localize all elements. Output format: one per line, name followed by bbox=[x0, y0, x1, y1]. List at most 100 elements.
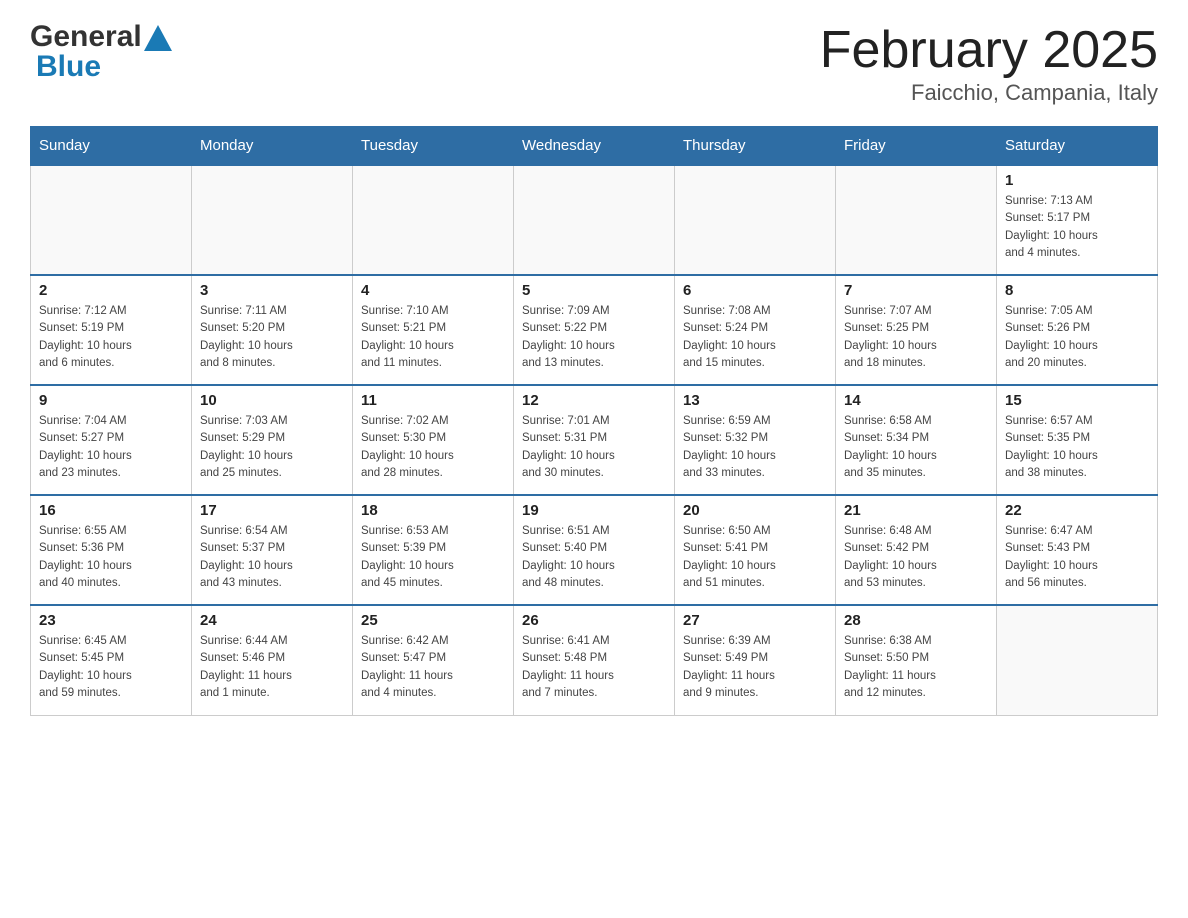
calendar-cell: 28 Sunrise: 6:38 AM Sunset: 5:50 PM Dayli… bbox=[836, 605, 997, 715]
day-info: Sunrise: 6:39 AM Sunset: 5:49 PM Dayligh… bbox=[683, 633, 827, 702]
day-info: Sunrise: 6:44 AM Sunset: 5:46 PM Dayligh… bbox=[200, 633, 344, 702]
week-row-2: 2Sunrise: 7:12 AM Sunset: 5:19 PM Daylig… bbox=[31, 275, 1158, 385]
calendar-cell: 2Sunrise: 7:12 AM Sunset: 5:19 PM Daylig… bbox=[31, 275, 192, 385]
day-info: Sunrise: 7:13 AM Sunset: 5:17 PM Dayligh… bbox=[1005, 193, 1149, 262]
calendar-cell: 10 Sunrise: 7:03 AM Sunset: 5:29 PM Dayli… bbox=[192, 385, 353, 495]
week-row-1: 1 Sunrise: 7:13 AM Sunset: 5:17 PM Daylig… bbox=[31, 165, 1158, 275]
day-number: 11 bbox=[361, 392, 505, 409]
day-info: Sunrise: 7:09 AM Sunset: 5:22 PM Dayligh… bbox=[522, 303, 666, 372]
calendar-cell: 25 Sunrise: 6:42 AM Sunset: 5:47 PM Dayli… bbox=[353, 605, 514, 715]
day-number: 24 bbox=[200, 612, 344, 629]
day-info: Sunrise: 6:55 AM Sunset: 5:36 PM Dayligh… bbox=[39, 523, 183, 592]
week-row-3: 9 Sunrise: 7:04 AM Sunset: 5:27 PM Daylig… bbox=[31, 385, 1158, 495]
day-info: Sunrise: 7:04 AM Sunset: 5:27 PM Dayligh… bbox=[39, 413, 183, 482]
day-info: Sunrise: 6:57 AM Sunset: 5:35 PM Dayligh… bbox=[1005, 413, 1149, 482]
day-info: Sunrise: 7:03 AM Sunset: 5:29 PM Dayligh… bbox=[200, 413, 344, 482]
day-number: 20 bbox=[683, 502, 827, 519]
day-number: 8 bbox=[1005, 282, 1149, 299]
logo-general-text: General bbox=[30, 20, 142, 54]
calendar-cell: 16 Sunrise: 6:55 AM Sunset: 5:36 PM Dayli… bbox=[31, 495, 192, 605]
day-info: Sunrise: 6:51 AM Sunset: 5:40 PM Dayligh… bbox=[522, 523, 666, 592]
calendar-table: SundayMondayTuesdayWednesdayThursdayFrid… bbox=[30, 126, 1158, 716]
day-number: 22 bbox=[1005, 502, 1149, 519]
day-info: Sunrise: 6:48 AM Sunset: 5:42 PM Dayligh… bbox=[844, 523, 988, 592]
day-info: Sunrise: 7:08 AM Sunset: 5:24 PM Dayligh… bbox=[683, 303, 827, 372]
calendar-cell: 24 Sunrise: 6:44 AM Sunset: 5:46 PM Dayli… bbox=[192, 605, 353, 715]
day-info: Sunrise: 6:58 AM Sunset: 5:34 PM Dayligh… bbox=[844, 413, 988, 482]
page-header: General Blue February 2025 Faicchio, Cam… bbox=[30, 20, 1158, 106]
day-info: Sunrise: 6:53 AM Sunset: 5:39 PM Dayligh… bbox=[361, 523, 505, 592]
day-number: 27 bbox=[683, 612, 827, 629]
day-number: 17 bbox=[200, 502, 344, 519]
calendar-cell: 11 Sunrise: 7:02 AM Sunset: 5:30 PM Dayli… bbox=[353, 385, 514, 495]
calendar-cell bbox=[31, 165, 192, 275]
day-number: 21 bbox=[844, 502, 988, 519]
calendar-cell: 22 Sunrise: 6:47 AM Sunset: 5:43 PM Dayli… bbox=[997, 495, 1158, 605]
calendar-cell: 4 Sunrise: 7:10 AM Sunset: 5:21 PM Daylig… bbox=[353, 275, 514, 385]
calendar-cell bbox=[836, 165, 997, 275]
calendar-cell: 9 Sunrise: 7:04 AM Sunset: 5:27 PM Daylig… bbox=[31, 385, 192, 495]
day-header-monday: Monday bbox=[192, 127, 353, 166]
calendar-cell bbox=[514, 165, 675, 275]
day-number: 9 bbox=[39, 392, 183, 409]
day-info: Sunrise: 6:45 AM Sunset: 5:45 PM Dayligh… bbox=[39, 633, 183, 702]
day-number: 25 bbox=[361, 612, 505, 629]
day-number: 6 bbox=[683, 282, 827, 299]
calendar-cell: 19 Sunrise: 6:51 AM Sunset: 5:40 PM Dayli… bbox=[514, 495, 675, 605]
day-number: 26 bbox=[522, 612, 666, 629]
calendar-cell bbox=[192, 165, 353, 275]
day-header-saturday: Saturday bbox=[997, 127, 1158, 166]
calendar-cell: 5 Sunrise: 7:09 AM Sunset: 5:22 PM Daylig… bbox=[514, 275, 675, 385]
day-info: Sunrise: 6:50 AM Sunset: 5:41 PM Dayligh… bbox=[683, 523, 827, 592]
calendar-cell: 7 Sunrise: 7:07 AM Sunset: 5:25 PM Daylig… bbox=[836, 275, 997, 385]
calendar-title-block: February 2025 Faicchio, Campania, Italy bbox=[820, 20, 1158, 106]
day-header-friday: Friday bbox=[836, 127, 997, 166]
day-info: Sunrise: 7:05 AM Sunset: 5:26 PM Dayligh… bbox=[1005, 303, 1149, 372]
day-info: Sunrise: 6:54 AM Sunset: 5:37 PM Dayligh… bbox=[200, 523, 344, 592]
day-number: 19 bbox=[522, 502, 666, 519]
week-row-4: 16 Sunrise: 6:55 AM Sunset: 5:36 PM Dayli… bbox=[31, 495, 1158, 605]
day-info: Sunrise: 6:47 AM Sunset: 5:43 PM Dayligh… bbox=[1005, 523, 1149, 592]
day-number: 4 bbox=[361, 282, 505, 299]
day-info: Sunrise: 7:01 AM Sunset: 5:31 PM Dayligh… bbox=[522, 413, 666, 482]
day-number: 10 bbox=[200, 392, 344, 409]
day-info: Sunrise: 6:38 AM Sunset: 5:50 PM Dayligh… bbox=[844, 633, 988, 702]
calendar-cell: 23 Sunrise: 6:45 AM Sunset: 5:45 PM Dayli… bbox=[31, 605, 192, 715]
day-number: 16 bbox=[39, 502, 183, 519]
day-info: Sunrise: 7:02 AM Sunset: 5:30 PM Dayligh… bbox=[361, 413, 505, 482]
day-info: Sunrise: 7:07 AM Sunset: 5:25 PM Dayligh… bbox=[844, 303, 988, 372]
calendar-title: February 2025 bbox=[820, 20, 1158, 80]
day-info: Sunrise: 6:42 AM Sunset: 5:47 PM Dayligh… bbox=[361, 633, 505, 702]
calendar-subtitle: Faicchio, Campania, Italy bbox=[820, 80, 1158, 106]
day-info: Sunrise: 7:11 AM Sunset: 5:20 PM Dayligh… bbox=[200, 303, 344, 372]
calendar-cell: 13 Sunrise: 6:59 AM Sunset: 5:32 PM Dayli… bbox=[675, 385, 836, 495]
calendar-cell bbox=[675, 165, 836, 275]
calendar-cell: 14 Sunrise: 6:58 AM Sunset: 5:34 PM Dayli… bbox=[836, 385, 997, 495]
week-row-5: 23 Sunrise: 6:45 AM Sunset: 5:45 PM Dayli… bbox=[31, 605, 1158, 715]
day-number: 1 bbox=[1005, 172, 1149, 189]
day-number: 13 bbox=[683, 392, 827, 409]
logo-triangle-icon bbox=[144, 25, 172, 51]
calendar-cell: 17 Sunrise: 6:54 AM Sunset: 5:37 PM Dayli… bbox=[192, 495, 353, 605]
calendar-cell: 3Sunrise: 7:11 AM Sunset: 5:20 PM Daylig… bbox=[192, 275, 353, 385]
day-number: 7 bbox=[844, 282, 988, 299]
day-number: 28 bbox=[844, 612, 988, 629]
day-info: Sunrise: 7:10 AM Sunset: 5:21 PM Dayligh… bbox=[361, 303, 505, 372]
logo: General Blue bbox=[30, 20, 172, 84]
calendar-cell bbox=[353, 165, 514, 275]
day-number: 18 bbox=[361, 502, 505, 519]
day-number: 5 bbox=[522, 282, 666, 299]
day-number: 15 bbox=[1005, 392, 1149, 409]
day-info: Sunrise: 6:59 AM Sunset: 5:32 PM Dayligh… bbox=[683, 413, 827, 482]
calendar-cell: 8 Sunrise: 7:05 AM Sunset: 5:26 PM Daylig… bbox=[997, 275, 1158, 385]
day-number: 23 bbox=[39, 612, 183, 629]
day-number: 14 bbox=[844, 392, 988, 409]
day-header-tuesday: Tuesday bbox=[353, 127, 514, 166]
calendar-cell: 15 Sunrise: 6:57 AM Sunset: 5:35 PM Dayli… bbox=[997, 385, 1158, 495]
calendar-cell: 18 Sunrise: 6:53 AM Sunset: 5:39 PM Dayli… bbox=[353, 495, 514, 605]
day-header-thursday: Thursday bbox=[675, 127, 836, 166]
calendar-cell bbox=[997, 605, 1158, 715]
calendar-cell: 6 Sunrise: 7:08 AM Sunset: 5:24 PM Daylig… bbox=[675, 275, 836, 385]
calendar-cell: 21 Sunrise: 6:48 AM Sunset: 5:42 PM Dayli… bbox=[836, 495, 997, 605]
day-header-sunday: Sunday bbox=[31, 127, 192, 166]
